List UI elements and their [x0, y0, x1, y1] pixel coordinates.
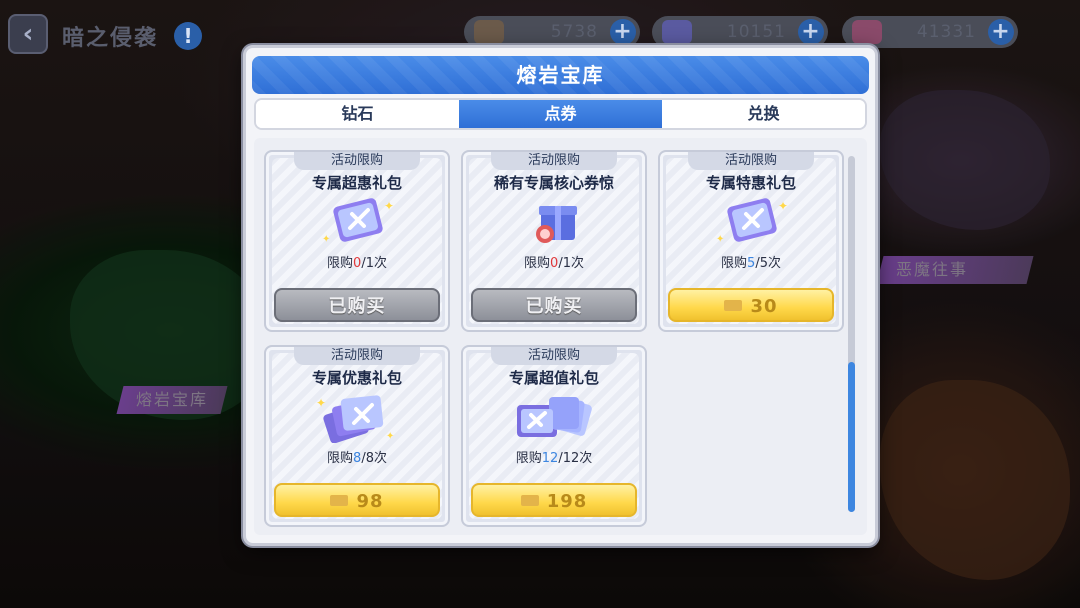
limited-tag: 活动限购 — [294, 152, 420, 170]
add-currency-button[interactable]: + — [610, 19, 636, 45]
currency-coin: 5738 + — [464, 16, 640, 48]
item-name: 专属特惠礼包 — [705, 174, 796, 192]
gift-box-icon — [536, 206, 577, 243]
ticket-card-icon: ✦ ✦ — [716, 198, 788, 245]
limit-suffix: /5次 — [755, 256, 781, 271]
limited-tag: 活动限购 — [491, 347, 617, 365]
purchase-limit: 限购8/8次 — [266, 447, 448, 466]
shop-item-card[interactable]: 活动限购 专属超值礼包 限购12/12次 198 — [461, 345, 647, 527]
chevron-left-icon: ‹ — [22, 19, 34, 49]
limit-prefix: 限购 — [721, 256, 748, 271]
scrollbar-thumb[interactable] — [848, 362, 855, 512]
limited-tag: 活动限购 — [491, 152, 617, 170]
price: 98 — [356, 491, 384, 512]
back-button[interactable]: ‹ — [8, 14, 48, 54]
item-name: 稀有专属核心券惊 — [493, 174, 614, 192]
limit-prefix: 限购 — [327, 451, 354, 466]
svg-text:✦: ✦ — [384, 199, 394, 213]
tab-exchange[interactable]: 兑换 — [662, 100, 865, 128]
map-node-label: 熔岩宝库 — [136, 390, 209, 409]
ticket-stack-icon: ✦ ✦ — [316, 395, 394, 443]
buy-button[interactable]: 198 — [471, 483, 637, 517]
svg-text:✦: ✦ — [316, 396, 326, 410]
shop-item-card[interactable]: 活动限购 专属超惠礼包 ✦ ✦ 限购0/1次 已购买 — [264, 150, 450, 332]
limit-prefix: 限购 — [515, 451, 542, 466]
ticket-icon — [724, 299, 743, 311]
price: 30 — [750, 296, 778, 317]
purchased-button: 已购买 — [471, 288, 637, 322]
info-icon: ! — [183, 24, 193, 48]
currency-crystal: 41331 + — [842, 16, 1018, 48]
limit-suffix: /8次 — [361, 451, 387, 466]
price: 198 — [546, 491, 588, 512]
item-name: 专属超惠礼包 — [311, 174, 402, 192]
svg-text:✦: ✦ — [778, 199, 788, 213]
limit-count: 12 — [541, 451, 559, 466]
coin-sack-icon — [474, 20, 504, 44]
ticket-card-icon: ✦ ✦ — [322, 198, 394, 245]
add-currency-button[interactable]: + — [798, 19, 824, 45]
add-currency-button[interactable]: + — [988, 19, 1014, 45]
item-name: 专属超值礼包 — [508, 369, 599, 387]
ticket-icon — [330, 494, 349, 506]
item-grid[interactable]: 活动限购 专属超惠礼包 ✦ ✦ 限购0/1次 已购买 活动限购 稀有专属核心券惊 — [254, 138, 867, 535]
scrollbar[interactable] — [848, 156, 855, 512]
limited-tag: 活动限购 — [688, 152, 814, 170]
crystal-icon — [852, 20, 882, 44]
item-name: 专属优惠礼包 — [311, 369, 402, 387]
shop-modal: 熔岩宝库 钻石 点券 兑换 活动限购 专属超惠礼包 ✦ ✦ 限购0/1次 已购买 — [243, 45, 878, 546]
ticket-icon — [520, 494, 539, 506]
currency-value: 41331 — [916, 22, 976, 42]
tab-diamond[interactable]: 钻石 — [256, 100, 459, 128]
ticket-icon — [662, 20, 692, 44]
page-title: 暗之侵袭 — [62, 26, 159, 51]
shop-item-card[interactable]: 活动限购 专属特惠礼包 ✦ ✦ 限购5/5次 30 — [658, 150, 844, 332]
currency-value: 10151 — [726, 22, 786, 42]
svg-text:✦: ✦ — [386, 431, 394, 442]
limit-suffix: /1次 — [361, 256, 387, 271]
map-node-demon-past[interactable]: 恶魔往事 — [876, 256, 1034, 284]
limit-prefix: 限购 — [524, 256, 551, 271]
currency-value: 5738 — [550, 22, 598, 42]
shop-item-card[interactable]: 活动限购 专属优惠礼包 ✦ ✦ 限购8/8次 98 — [264, 345, 450, 527]
svg-text:✦: ✦ — [322, 234, 330, 245]
purchase-limit: 限购0/1次 — [463, 252, 645, 271]
tab-bar: 钻石 点券 兑换 — [254, 98, 867, 130]
svg-text:✦: ✦ — [716, 234, 724, 245]
modal-title: 熔岩宝库 — [252, 56, 869, 94]
buy-button[interactable]: 98 — [274, 483, 440, 517]
limit-prefix: 限购 — [327, 256, 354, 271]
limit-suffix: /12次 — [558, 451, 593, 466]
purchased-button: 已购买 — [274, 288, 440, 322]
ticket-fan-icon — [517, 397, 592, 437]
purchase-limit: 限购0/1次 — [266, 252, 448, 271]
map-node-lava-vault[interactable]: 熔岩宝库 — [116, 386, 228, 414]
limited-tag: 活动限购 — [294, 347, 420, 365]
map-node-label: 恶魔往事 — [896, 260, 969, 279]
limit-suffix: /1次 — [558, 256, 584, 271]
shop-item-card[interactable]: 活动限购 稀有专属核心券惊 限购0/1次 已购买 — [461, 150, 647, 332]
info-button[interactable]: ! — [174, 22, 202, 50]
purchase-limit: 限购5/5次 — [660, 252, 842, 271]
currency-ticket: 10151 + — [652, 16, 828, 48]
buy-button[interactable]: 30 — [668, 288, 834, 322]
tab-coupon[interactable]: 点券 — [459, 100, 662, 128]
purchase-limit: 限购12/12次 — [463, 447, 645, 466]
